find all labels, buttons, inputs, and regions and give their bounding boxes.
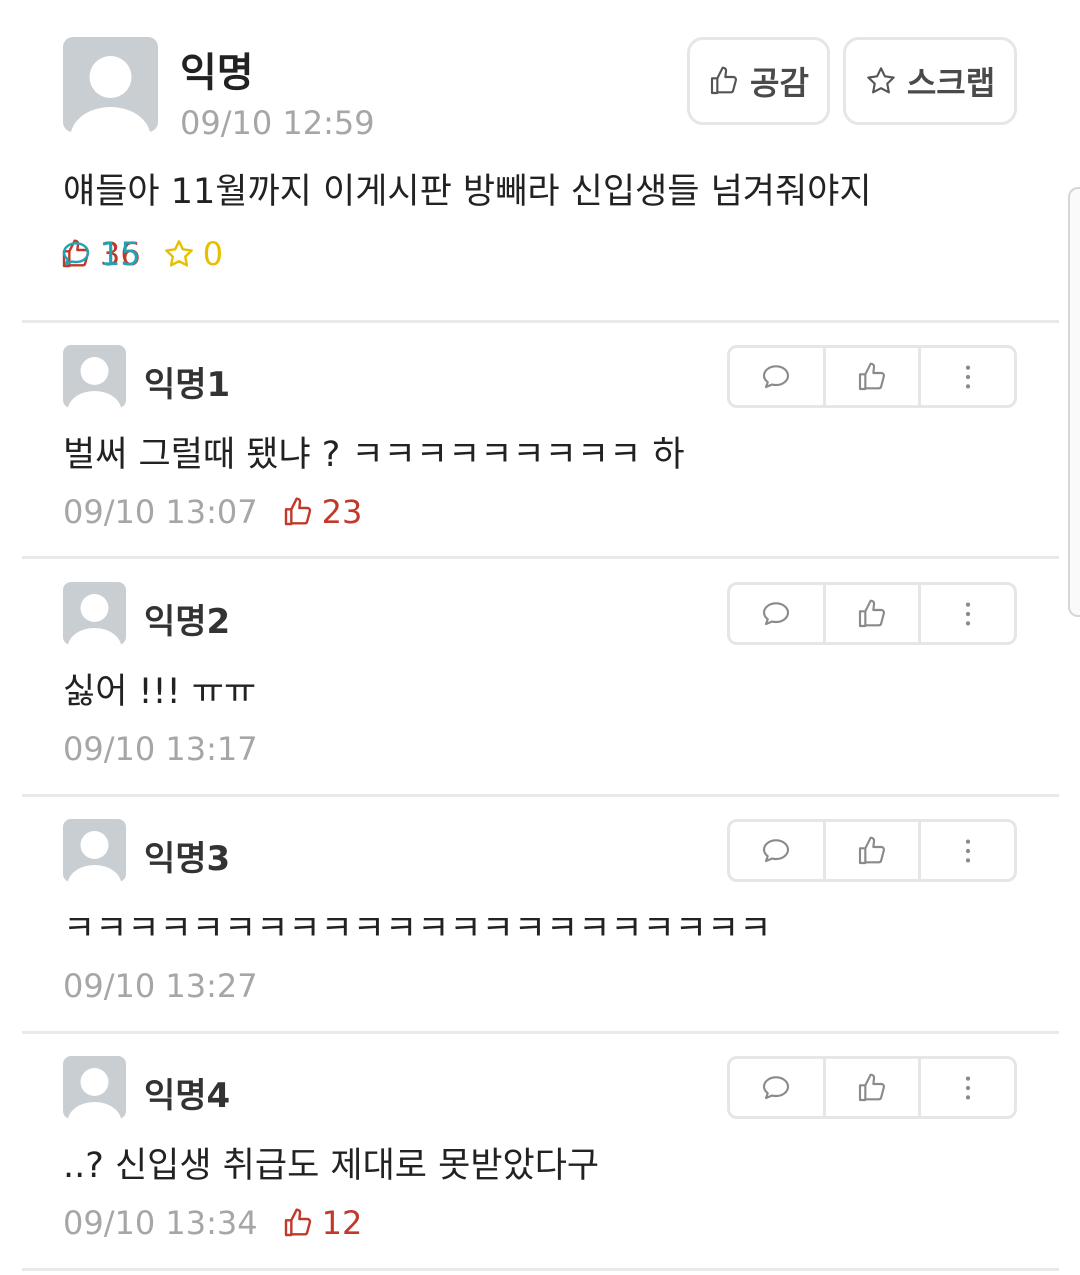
comment-like-button[interactable]	[822, 822, 919, 879]
comment-text: 싫어 !!! ㅠㅠ	[63, 672, 257, 712]
scrap-button[interactable]: 스크랩	[843, 37, 1017, 125]
comment-time: 09/10 13:27	[63, 967, 258, 1005]
default-avatar-icon	[71, 56, 150, 132]
thumbs-up-icon	[284, 1208, 311, 1237]
reply-button[interactable]	[730, 1059, 823, 1116]
speech-bubble-icon	[763, 601, 790, 625]
more-button[interactable]	[918, 822, 1014, 879]
default-avatar-icon	[67, 594, 122, 645]
comment-text: ..? 신입생 취급도 제대로 못받았다구	[63, 1146, 600, 1186]
default-avatar-icon	[67, 831, 122, 882]
comment-like-button[interactable]	[822, 348, 919, 405]
comment-vote-count: 23	[282, 493, 363, 531]
comment-text: ㅋㅋㅋㅋㅋㅋㅋㅋㅋㅋㅋㅋㅋㅋㅋㅋㅋㅋㅋㅋㅋㅋ	[63, 909, 772, 949]
thumbs-up-icon	[858, 362, 886, 390]
avatar	[63, 582, 126, 645]
reply-button[interactable]	[730, 585, 823, 642]
comment-vote-value: 12	[321, 1204, 363, 1242]
thumbs-up-icon	[284, 497, 311, 526]
comment-author: 익명4	[144, 1076, 231, 1116]
comment-actions	[727, 1056, 1017, 1119]
avatar	[63, 37, 158, 132]
comment-actions	[727, 582, 1017, 645]
default-avatar-icon	[67, 357, 122, 408]
comment-vote-count: 12	[282, 1204, 363, 1242]
comment-meta: 09/10 13:27	[63, 967, 258, 1005]
comment-author: 익명2	[144, 602, 231, 642]
speech-bubble-icon	[763, 838, 790, 862]
thumbs-up-icon	[710, 66, 738, 95]
comment-time: 09/10 13:07	[63, 493, 258, 531]
avatar	[63, 345, 126, 408]
like-button-label: 공감	[750, 64, 809, 102]
more-vertical-icon	[965, 839, 970, 862]
comment-like-button[interactable]	[822, 1059, 919, 1116]
thumbs-up-icon	[858, 836, 886, 864]
thumbs-up-icon	[858, 599, 886, 627]
post-author: 익명	[180, 50, 254, 96]
speech-bubble-icon	[62, 242, 90, 266]
reply-button[interactable]	[730, 822, 823, 879]
thumbs-up-icon	[858, 1073, 886, 1101]
more-vertical-icon	[965, 1076, 970, 1099]
comment: 익명4 ..? 신입생 취급도 제대로 못받았다구 09/10 13:34 12	[0, 1034, 1080, 1269]
comment-actions	[727, 345, 1017, 408]
avatar	[63, 819, 126, 882]
star-icon	[867, 67, 895, 94]
post-stats: 36 15 0	[60, 235, 245, 273]
comment: 익명2 싫어 !!! ㅠㅠ 09/10 13:17	[0, 560, 1080, 795]
post: 익명 09/10 12:59 공감 스크랩 얘들아 11월까지 이게시판 방빼라…	[0, 0, 1080, 322]
speech-bubble-icon	[763, 1075, 790, 1099]
comment-meta: 09/10 13:17	[63, 730, 258, 768]
divider	[22, 556, 1059, 559]
comment: 익명1 벌써 그럴때 됐냐 ? ㅋㅋㅋㅋㅋㅋㅋㅋㅋ 하 09/10 13:07 …	[0, 323, 1080, 558]
comment-like-button[interactable]	[822, 585, 919, 642]
comment-count-value: 15	[100, 235, 141, 273]
comment-vote-value: 23	[321, 493, 363, 531]
more-button[interactable]	[918, 585, 1014, 642]
scroll-handle[interactable]	[1068, 187, 1080, 617]
comment-author: 익명3	[144, 839, 231, 879]
reply-button[interactable]	[730, 348, 823, 405]
comment-text: 벌써 그럴때 됐냐 ? ㅋㅋㅋㅋㅋㅋㅋㅋㅋ 하	[63, 435, 685, 475]
default-avatar-icon	[67, 1068, 122, 1119]
more-vertical-icon	[965, 365, 970, 388]
avatar	[63, 1056, 126, 1119]
divider	[22, 1268, 1059, 1271]
comment-actions	[727, 819, 1017, 882]
speech-bubble-icon	[763, 364, 790, 388]
comment: 익명3 ㅋㅋㅋㅋㅋㅋㅋㅋㅋㅋㅋㅋㅋㅋㅋㅋㅋㅋㅋㅋㅋㅋ 09/10 13:27	[0, 797, 1080, 1032]
comment-meta: 09/10 13:34 12	[63, 1204, 362, 1242]
scrap-button-label: 스크랩	[906, 64, 996, 102]
more-vertical-icon	[965, 602, 970, 625]
comment-author: 익명1	[144, 365, 231, 405]
more-button[interactable]	[918, 1059, 1014, 1116]
comment-time: 09/10 13:34	[63, 1204, 258, 1242]
comment-meta: 09/10 13:07 23	[63, 493, 362, 531]
comment-time: 09/10 13:17	[63, 730, 258, 768]
like-button[interactable]: 공감	[687, 37, 830, 125]
more-button[interactable]	[918, 348, 1014, 405]
